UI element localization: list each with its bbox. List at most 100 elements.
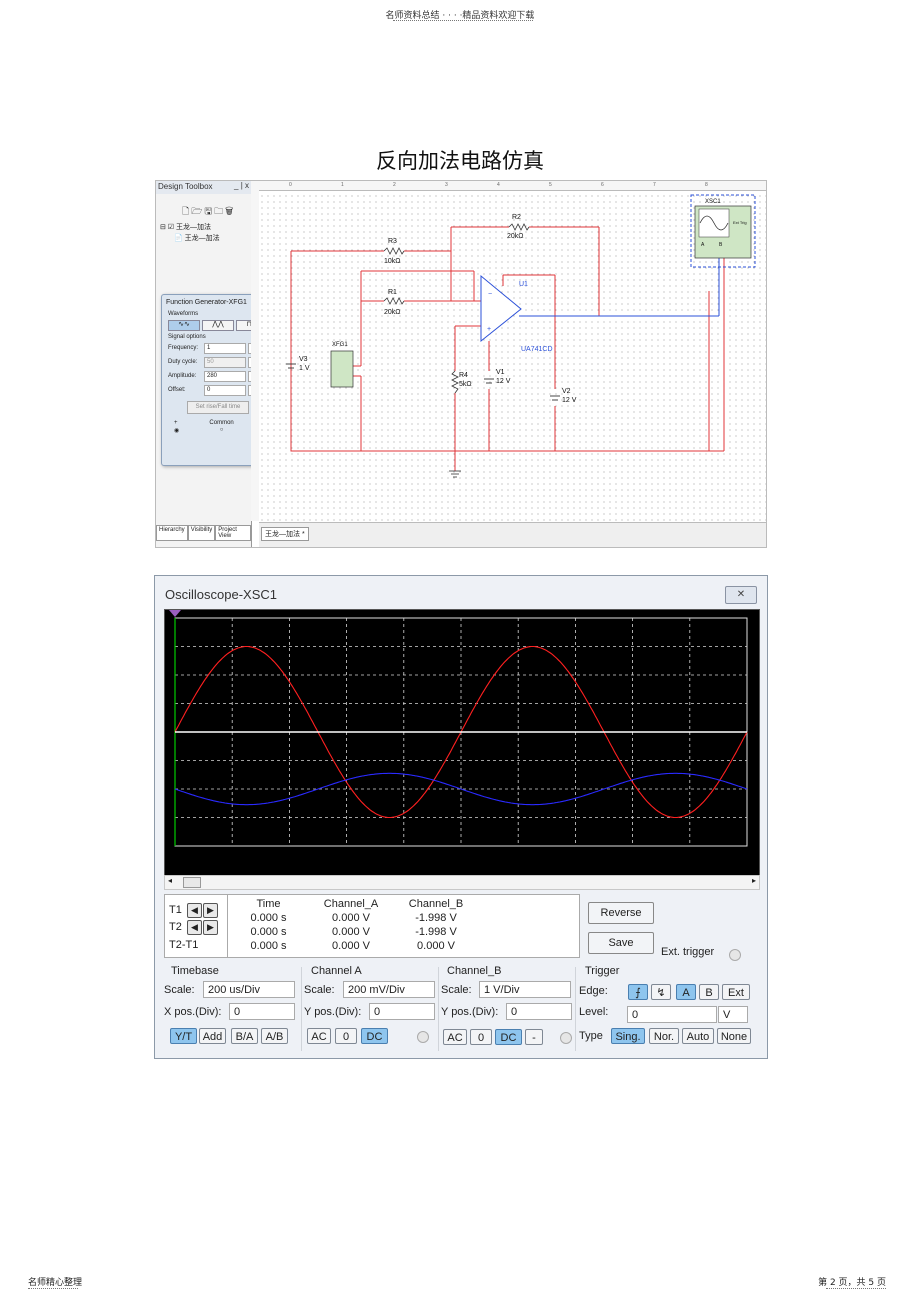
channel-b-scale-input[interactable]: 1 V/Div: [479, 981, 571, 998]
reverse-button[interactable]: Reverse: [588, 902, 654, 924]
schematic-drawing: − + U1 UA741CD R3 10kΩ R1 20kΩ R2 20kΩ R…: [286, 194, 756, 478]
ext-trigger-label: Ext. trigger: [661, 946, 715, 958]
toolbox-icon-bar[interactable]: 🗋🗁🖫🗀🗑: [156, 194, 251, 220]
channel-a-zero-button[interactable]: 0: [335, 1028, 357, 1044]
t2-left-arrow-icon[interactable]: ◀: [186, 920, 202, 935]
tab-project-view[interactable]: Project View: [215, 525, 251, 541]
footer-divider-right: [826, 1288, 886, 1289]
ruler-tick-label: 8: [705, 182, 708, 188]
toolbox-title-bar: Design Toolbox _ | x: [156, 181, 251, 194]
mode-ab-button[interactable]: A/B: [261, 1028, 288, 1044]
tree-root-label: 王龙—加法: [176, 224, 212, 231]
fg-common-terminal-icon[interactable]: ○: [220, 427, 224, 434]
t2-right-arrow-icon[interactable]: ▶: [202, 920, 218, 935]
measurement-row: 0.000 s 0.000 V 0.000 V: [231, 939, 571, 953]
t1-left-arrow-icon[interactable]: ◀: [186, 903, 202, 918]
trigger-type-normal-button[interactable]: Nor.: [649, 1028, 679, 1044]
scroll-thumb[interactable]: [183, 877, 201, 888]
ext-trigger-terminal[interactable]: [729, 949, 741, 961]
fg-amplitude-label: Amplitude:: [168, 373, 197, 379]
close-button[interactable]: ✕: [725, 586, 757, 604]
trigger-source-ext-button[interactable]: Ext: [722, 984, 750, 1000]
fg-amplitude-input[interactable]: 280: [204, 370, 246, 382]
scope-screen[interactable]: [164, 609, 760, 876]
scroll-right-icon[interactable]: ▸: [752, 876, 756, 885]
fg-offset-label: Offset:: [168, 387, 186, 393]
channel-b-ypos-input[interactable]: 0: [506, 1003, 572, 1020]
mode-add-button[interactable]: Add: [199, 1028, 226, 1044]
ruler-tick-label: 2: [393, 182, 396, 188]
rising-edge-button[interactable]: ⨍: [628, 984, 648, 1000]
t1-label: T1: [169, 904, 182, 916]
trigger-level-label: Level:: [579, 1006, 609, 1018]
t2t1-label: T2-T1: [169, 939, 199, 951]
trigger-type-none-button[interactable]: None: [717, 1028, 751, 1044]
channel-b-invert-button[interactable]: -: [525, 1029, 543, 1045]
sine-wave-button[interactable]: ∿∿: [168, 320, 200, 331]
channel-b-terminal[interactable]: [560, 1032, 572, 1044]
scope-plot: [169, 610, 748, 847]
r2-label: R2: [512, 214, 521, 221]
mode-ba-button[interactable]: B/A: [231, 1028, 258, 1044]
fg-offset-input[interactable]: 0: [204, 384, 246, 396]
trigger-type-single-button[interactable]: Sing.: [611, 1028, 645, 1044]
fg-duty-label: Duty cycle:: [168, 359, 198, 365]
fg-plus-terminal-icon[interactable]: ◉: [174, 427, 179, 434]
tab-visibility[interactable]: Visibility: [187, 525, 216, 541]
xsc1-label: XSC1: [705, 199, 721, 205]
trigger-type-label: Type: [579, 1030, 603, 1042]
fg-frequency-input[interactable]: 1: [204, 342, 246, 354]
trigger-level-unit[interactable]: V: [718, 1006, 748, 1023]
toolbox-window-buttons[interactable]: _ | x: [234, 181, 249, 190]
timebase-scale-input[interactable]: 200 us/Div: [203, 981, 295, 998]
u1-label: U1: [519, 281, 528, 288]
oscilloscope-window: Oscilloscope-XSC1 ✕ ◂ ▸ T1 ◀ ▶ T2 ◀ ▶ T2-T…: [154, 575, 768, 1059]
tree-root[interactable]: ⊟ ☑ 王龙—加法: [160, 222, 251, 233]
trigger-type-auto-button[interactable]: Auto: [682, 1028, 714, 1044]
toolbox-title: Design Toolbox: [158, 182, 213, 191]
tree-child[interactable]: 📄 王龙—加法: [160, 233, 251, 244]
header-channel-a: Channel_A: [323, 898, 379, 910]
document-tab-bar: 王龙—加法 *: [259, 522, 766, 547]
channel-b-dc-button[interactable]: DC: [495, 1029, 522, 1045]
t2-time: 0.000 s: [250, 926, 287, 938]
channel-a-title: Channel A: [311, 965, 362, 977]
document-tab[interactable]: 王龙—加法 *: [261, 527, 309, 541]
falling-edge-button[interactable]: ↯: [651, 984, 671, 1000]
trigger-source-a-button[interactable]: A: [676, 984, 696, 1000]
delta-time: 0.000 s: [250, 940, 287, 952]
measurement-row: 0.000 s 0.000 V -1.998 V: [231, 911, 571, 925]
oscilloscope-title: Oscilloscope-XSC1: [165, 587, 277, 602]
xsc1-ext-label: Ext Trig: [733, 220, 747, 225]
timebase-title: Timebase: [171, 965, 219, 977]
channel-a-dc-button[interactable]: DC: [361, 1028, 388, 1044]
t1-right-arrow-icon[interactable]: ▶: [202, 903, 218, 918]
schematic-canvas[interactable]: − + U1 UA741CD R3 10kΩ R1 20kΩ R2 20kΩ R…: [259, 181, 766, 521]
xfg1-label: XFG1: [332, 342, 348, 348]
save-button[interactable]: Save: [588, 932, 654, 954]
trigger-level-input[interactable]: 0: [627, 1006, 717, 1023]
channel-a-scale-input[interactable]: 200 mV/Div: [343, 981, 435, 998]
trigger-source-b-button[interactable]: B: [699, 984, 719, 1000]
scope-scrollbar[interactable]: ◂ ▸: [164, 875, 760, 890]
triangle-wave-button[interactable]: ⋀⋀: [202, 320, 234, 331]
cursor-controls: T1 ◀ ▶ T2 ◀ ▶ T2-T1: [165, 895, 228, 957]
channel-b-ac-button[interactable]: AC: [443, 1029, 467, 1045]
channel-b-scale-label: Scale:: [441, 984, 472, 996]
channel-a-terminal[interactable]: [417, 1031, 429, 1043]
design-tree: ⊟ ☑ 王龙—加法 📄 王龙—加法: [156, 220, 251, 244]
timebase-xpos-input[interactable]: 0: [229, 1003, 295, 1020]
channel-b-zero-button[interactable]: 0: [470, 1029, 492, 1045]
channel-a-ypos-input[interactable]: 0: [369, 1003, 435, 1020]
v1-value: 12 V: [496, 378, 511, 385]
group-divider: [301, 967, 302, 1051]
scroll-left-icon[interactable]: ◂: [168, 876, 172, 885]
mode-yt-button[interactable]: Y/T: [170, 1028, 197, 1044]
r4-label: R4: [459, 372, 468, 379]
footer-left: 名师精心整理: [28, 1278, 83, 1288]
tab-hierarchy[interactable]: Hierarchy: [156, 525, 188, 541]
channel-a-ac-button[interactable]: AC: [307, 1028, 331, 1044]
design-toolbox: Design Toolbox _ | x 🗋🗁🖫🗀🗑 ⊟ ☑ 王龙—加法 📄 王…: [156, 181, 278, 547]
t2-channel-b: -1.998 V: [415, 926, 457, 938]
fg-duty-input: 50: [204, 356, 246, 368]
